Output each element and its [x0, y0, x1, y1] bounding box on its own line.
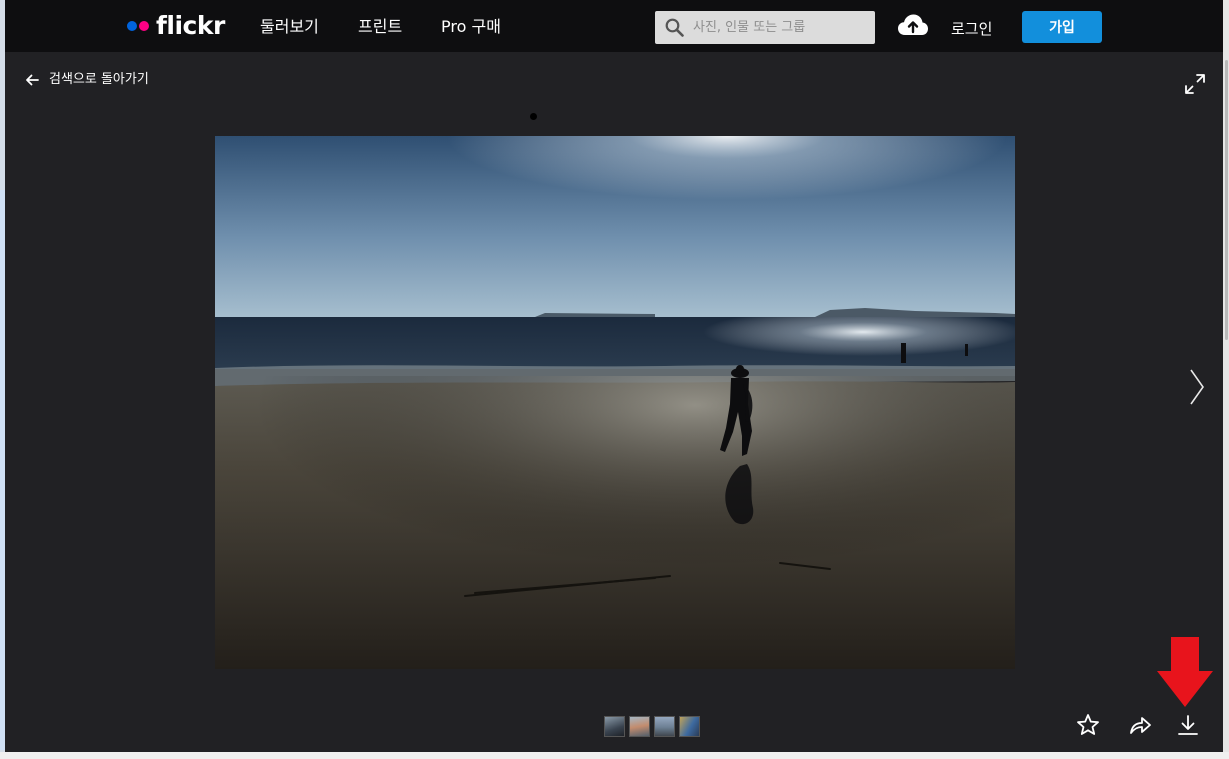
logo-wordmark: flickr: [156, 11, 225, 40]
photo-viewer-page: flickr 둘러보기 프린트 Pro 구매 로그인 가입 검색으로 돌아가기: [5, 0, 1223, 752]
nav-explore[interactable]: 둘러보기: [260, 17, 319, 37]
logo-blue-dot: [127, 21, 137, 31]
nav-get-pro[interactable]: Pro 구매: [441, 17, 501, 37]
star-icon[interactable]: [1076, 713, 1100, 741]
top-navigation-bar: flickr 둘러보기 프린트 Pro 구매 로그인 가입: [5, 0, 1223, 52]
thumbnail[interactable]: [679, 716, 700, 737]
thumbnail[interactable]: [654, 716, 675, 737]
search-box[interactable]: [655, 11, 875, 44]
search-icon: [665, 18, 684, 37]
main-photo[interactable]: [215, 136, 1015, 669]
back-to-search-link[interactable]: 검색으로 돌아가기: [25, 71, 149, 89]
photostream-thumbnails: [604, 716, 700, 737]
nav-prints[interactable]: 프린트: [358, 17, 402, 37]
cloud-upload-icon[interactable]: [897, 13, 929, 41]
signup-button[interactable]: 가입: [1022, 11, 1102, 43]
back-to-search-label: 검색으로 돌아가기: [49, 72, 149, 87]
logo-pink-dot: [139, 21, 149, 31]
window-scrollbar-thumb[interactable]: [1225, 60, 1228, 340]
thumbnail[interactable]: [604, 716, 625, 737]
download-icon[interactable]: [1176, 713, 1200, 741]
window-bottom-edge: [0, 752, 1229, 759]
search-input[interactable]: [693, 17, 868, 38]
red-down-arrow-icon: [1155, 637, 1215, 713]
notification-dot: [530, 113, 537, 120]
expand-icon[interactable]: [1184, 73, 1206, 99]
thumbnail[interactable]: [629, 716, 650, 737]
arrow-left-icon: [26, 74, 39, 86]
share-icon[interactable]: [1128, 713, 1152, 741]
flickr-logo[interactable]: flickr: [127, 13, 225, 39]
chevron-right-icon[interactable]: [1188, 367, 1206, 411]
login-link[interactable]: 로그인: [951, 18, 992, 39]
